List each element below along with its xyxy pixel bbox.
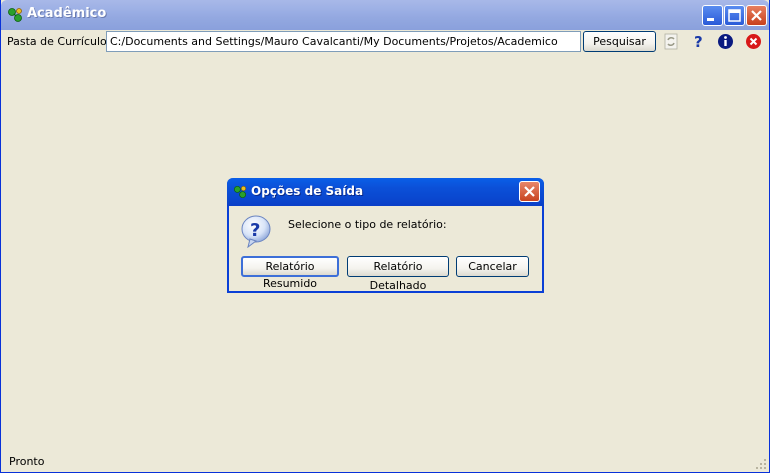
- close-icon: [751, 10, 762, 21]
- search-button[interactable]: Pesquisar: [583, 31, 656, 52]
- status-text: Pronto: [9, 455, 45, 468]
- minimize-icon: [707, 18, 714, 21]
- svg-text:?: ?: [250, 220, 260, 241]
- dialog-title: Opções de Saída: [251, 184, 364, 198]
- close-icon: [524, 186, 535, 197]
- detailed-report-button[interactable]: Relatório Detalhado: [347, 256, 449, 292]
- info-icon[interactable]: [717, 33, 734, 50]
- folder-label: Pasta de Currículos:: [7, 35, 117, 48]
- output-options-dialog: Opções de Saída ? Selecione o tipo de re…: [227, 178, 544, 293]
- maximize-button[interactable]: [724, 5, 745, 26]
- help-icon[interactable]: ?: [690, 33, 707, 50]
- question-icon: ?: [241, 215, 271, 248]
- folder-path-input[interactable]: C:/Documents and Settings/Mauro Cavalcan…: [106, 31, 581, 52]
- dialog-close-button[interactable]: [519, 181, 540, 202]
- exit-icon[interactable]: [745, 33, 762, 50]
- minimize-button[interactable]: [702, 5, 723, 26]
- maximize-icon: [728, 9, 741, 22]
- svg-text:?: ?: [694, 33, 703, 50]
- status-bar: Pronto: [1, 451, 769, 472]
- dialog-prompt: Selecione o tipo de relatório:: [288, 218, 447, 231]
- resize-grip-icon[interactable]: [755, 458, 767, 470]
- green-molecule-icon: [8, 8, 22, 22]
- green-molecule-icon: [233, 185, 247, 199]
- refresh-icon[interactable]: [663, 33, 680, 50]
- window-title: Acadêmico: [27, 6, 107, 21]
- summary-report-button[interactable]: Relatório Resumido: [241, 256, 339, 290]
- cancel-button[interactable]: Cancelar: [456, 256, 529, 277]
- window-titlebar[interactable]: Acadêmico: [1, 0, 769, 30]
- close-button[interactable]: [746, 5, 767, 26]
- dialog-titlebar[interactable]: Opções de Saída: [227, 178, 544, 206]
